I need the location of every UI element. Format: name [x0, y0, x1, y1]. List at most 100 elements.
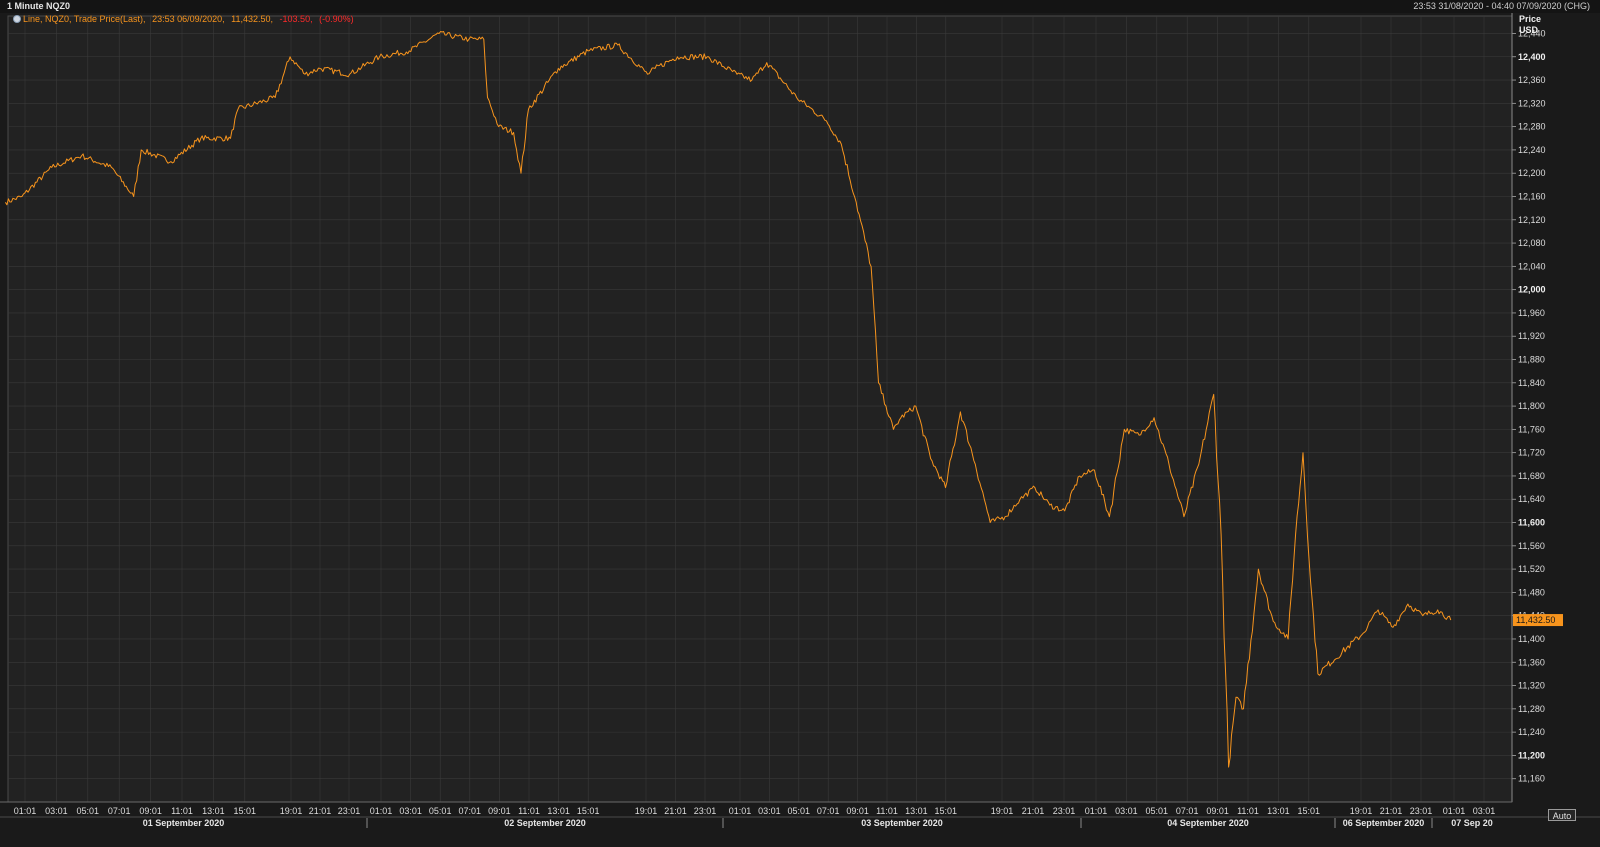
y-tick-label: 11,160 [1518, 774, 1545, 784]
legend-change-pct: (-0.90%) [319, 14, 354, 24]
x-tick-label: 13:01 [1267, 806, 1290, 816]
day-label: 02 September 2020 [504, 818, 586, 828]
y-tick-label: 11,520 [1518, 564, 1545, 574]
day-label: 07 Sep 20 [1451, 818, 1493, 828]
x-tick-label: 07:01 [108, 806, 131, 816]
x-tick-label: 15:01 [234, 806, 257, 816]
y-tick-label: 11,560 [1518, 541, 1545, 551]
x-tick-label: 23:01 [1410, 806, 1433, 816]
x-tick-label: 13:01 [547, 806, 570, 816]
x-tick-label: 21:01 [664, 806, 687, 816]
y-tick-label: 12,360 [1518, 75, 1546, 85]
day-label: 01 September 2020 [143, 818, 225, 828]
y-tick-label: 11,800 [1518, 401, 1545, 411]
x-tick-label: 15:01 [1298, 806, 1321, 816]
y-tick-label: 12,400 [1518, 52, 1546, 62]
y-tick-label: 12,200 [1518, 168, 1546, 178]
plot-area[interactable] [7, 15, 1513, 803]
x-tick-label: 07:01 [1176, 806, 1199, 816]
x-tick-label: 19:01 [1350, 806, 1373, 816]
x-tick-label: 09:01 [846, 806, 869, 816]
y-tick-label: 11,720 [1518, 448, 1545, 458]
last-price-value: 11,432.50 [1516, 615, 1555, 625]
y-tick-label: 12,160 [1518, 191, 1546, 201]
y-axis-unit: USD [1519, 25, 1539, 35]
x-tick-label: 05:01 [429, 806, 452, 816]
day-label: 06 September 2020 [1343, 818, 1425, 828]
day-label: 03 September 2020 [861, 818, 943, 828]
y-tick-label: 11,600 [1518, 518, 1545, 528]
x-tick-label: 15:01 [935, 806, 958, 816]
x-tick-label: 11:01 [1237, 806, 1259, 816]
x-tick-label: 11:01 [518, 806, 540, 816]
y-tick-label: 11,400 [1518, 634, 1545, 644]
x-tick-label: 19:01 [635, 806, 658, 816]
x-tick-label: 15:01 [577, 806, 600, 816]
legend-change: -103.50, [280, 14, 313, 24]
x-tick-label: 01:01 [1443, 806, 1466, 816]
y-tick-label: 11,240 [1518, 727, 1545, 737]
y-tick-label: 11,920 [1518, 331, 1545, 341]
y-tick-label: 11,840 [1518, 378, 1545, 388]
x-tick-label: 03:01 [1115, 806, 1138, 816]
y-tick-label: 11,360 [1518, 657, 1545, 667]
x-tick-label: 13:01 [202, 806, 225, 816]
x-tick-label: 01:01 [729, 806, 752, 816]
y-tick-label: 11,960 [1518, 308, 1545, 318]
x-tick-label: 05:01 [77, 806, 100, 816]
x-tick-label: 03:01 [399, 806, 422, 816]
x-tick-label: 05:01 [788, 806, 811, 816]
y-tick-label: 11,680 [1518, 471, 1545, 481]
y-tick-label: 12,040 [1518, 261, 1546, 271]
y-tick-label: 11,480 [1518, 587, 1545, 597]
x-tick-label: 21:01 [309, 806, 332, 816]
x-tick-label: 01:01 [370, 806, 393, 816]
auto-scale-button[interactable]: Auto [1548, 809, 1576, 821]
x-tick-label: 05:01 [1146, 806, 1169, 816]
x-tick-label: 11:01 [876, 806, 898, 816]
legend-datetime: 23:53 06/09/2020, [152, 14, 225, 24]
x-tick-label: 09:01 [1206, 806, 1229, 816]
x-tick-label: 23:01 [1053, 806, 1076, 816]
y-tick-label: 12,240 [1518, 145, 1546, 155]
x-tick-label: 07:01 [817, 806, 840, 816]
y-tick-label: 12,080 [1518, 238, 1546, 248]
y-tick-label: 12,000 [1518, 285, 1546, 295]
legend-last-value: 11,432.50, [231, 14, 273, 24]
legend-series: Line, NQZ0, Trade Price(Last), [23, 14, 146, 24]
x-tick-label: 21:01 [1022, 806, 1045, 816]
title-bar: 1 Minute NQZ0 23:53 31/08/2020 - 04:40 0… [0, 0, 1600, 13]
day-label: 04 September 2020 [1167, 818, 1249, 828]
y-tick-label: 11,200 [1518, 750, 1545, 760]
y-tick-label: 12,120 [1518, 215, 1546, 225]
x-tick-label: 01:01 [14, 806, 37, 816]
x-tick-label: 03:01 [45, 806, 68, 816]
x-tick-label: 03:01 [1473, 806, 1496, 816]
x-tick-label: 19:01 [280, 806, 303, 816]
y-tick-label: 11,760 [1518, 424, 1545, 434]
time-range-label: 23:53 31/08/2020 - 04:40 07/09/2020 (CHG… [1413, 1, 1590, 11]
x-tick-label: 01:01 [1085, 806, 1108, 816]
x-tick-label: 13:01 [905, 806, 928, 816]
chart-title: 1 Minute NQZ0 [7, 1, 71, 11]
price-chart[interactable]: 11,160 11,200 11,240 11,280 11,320 11,360 11,4… [0, 13, 1600, 847]
x-tick-label: 03:01 [758, 806, 781, 816]
x-tick-label: 09:01 [488, 806, 511, 816]
x-tick-label: 07:01 [459, 806, 482, 816]
legend-toggle-icon[interactable] [13, 15, 21, 23]
x-tick-label: 19:01 [991, 806, 1014, 816]
y-tick-label: 11,280 [1518, 704, 1545, 714]
y-axis: 11,160 11,200 11,240 11,280 11,320 11,360 11,4… [1511, 13, 1546, 802]
legend[interactable]: Line, NQZ0, Trade Price(Last), 23:53 06/… [13, 14, 354, 24]
x-tick-label: 21:01 [1380, 806, 1403, 816]
y-tick-label: 12,280 [1518, 122, 1546, 132]
y-tick-label: 11,640 [1518, 494, 1545, 504]
x-axis: 01:01 03:01 05:01 07:01 09:01 11:01 13:01 15:01… [0, 801, 1600, 828]
y-tick-label: 12,320 [1518, 98, 1546, 108]
y-tick-label: 11,880 [1518, 355, 1545, 365]
x-tick-label: 09:01 [139, 806, 162, 816]
x-tick-label: 23:01 [338, 806, 361, 816]
x-tick-label: 11:01 [171, 806, 193, 816]
x-tick-label: 23:01 [694, 806, 717, 816]
y-tick-label: 11,320 [1518, 681, 1545, 691]
